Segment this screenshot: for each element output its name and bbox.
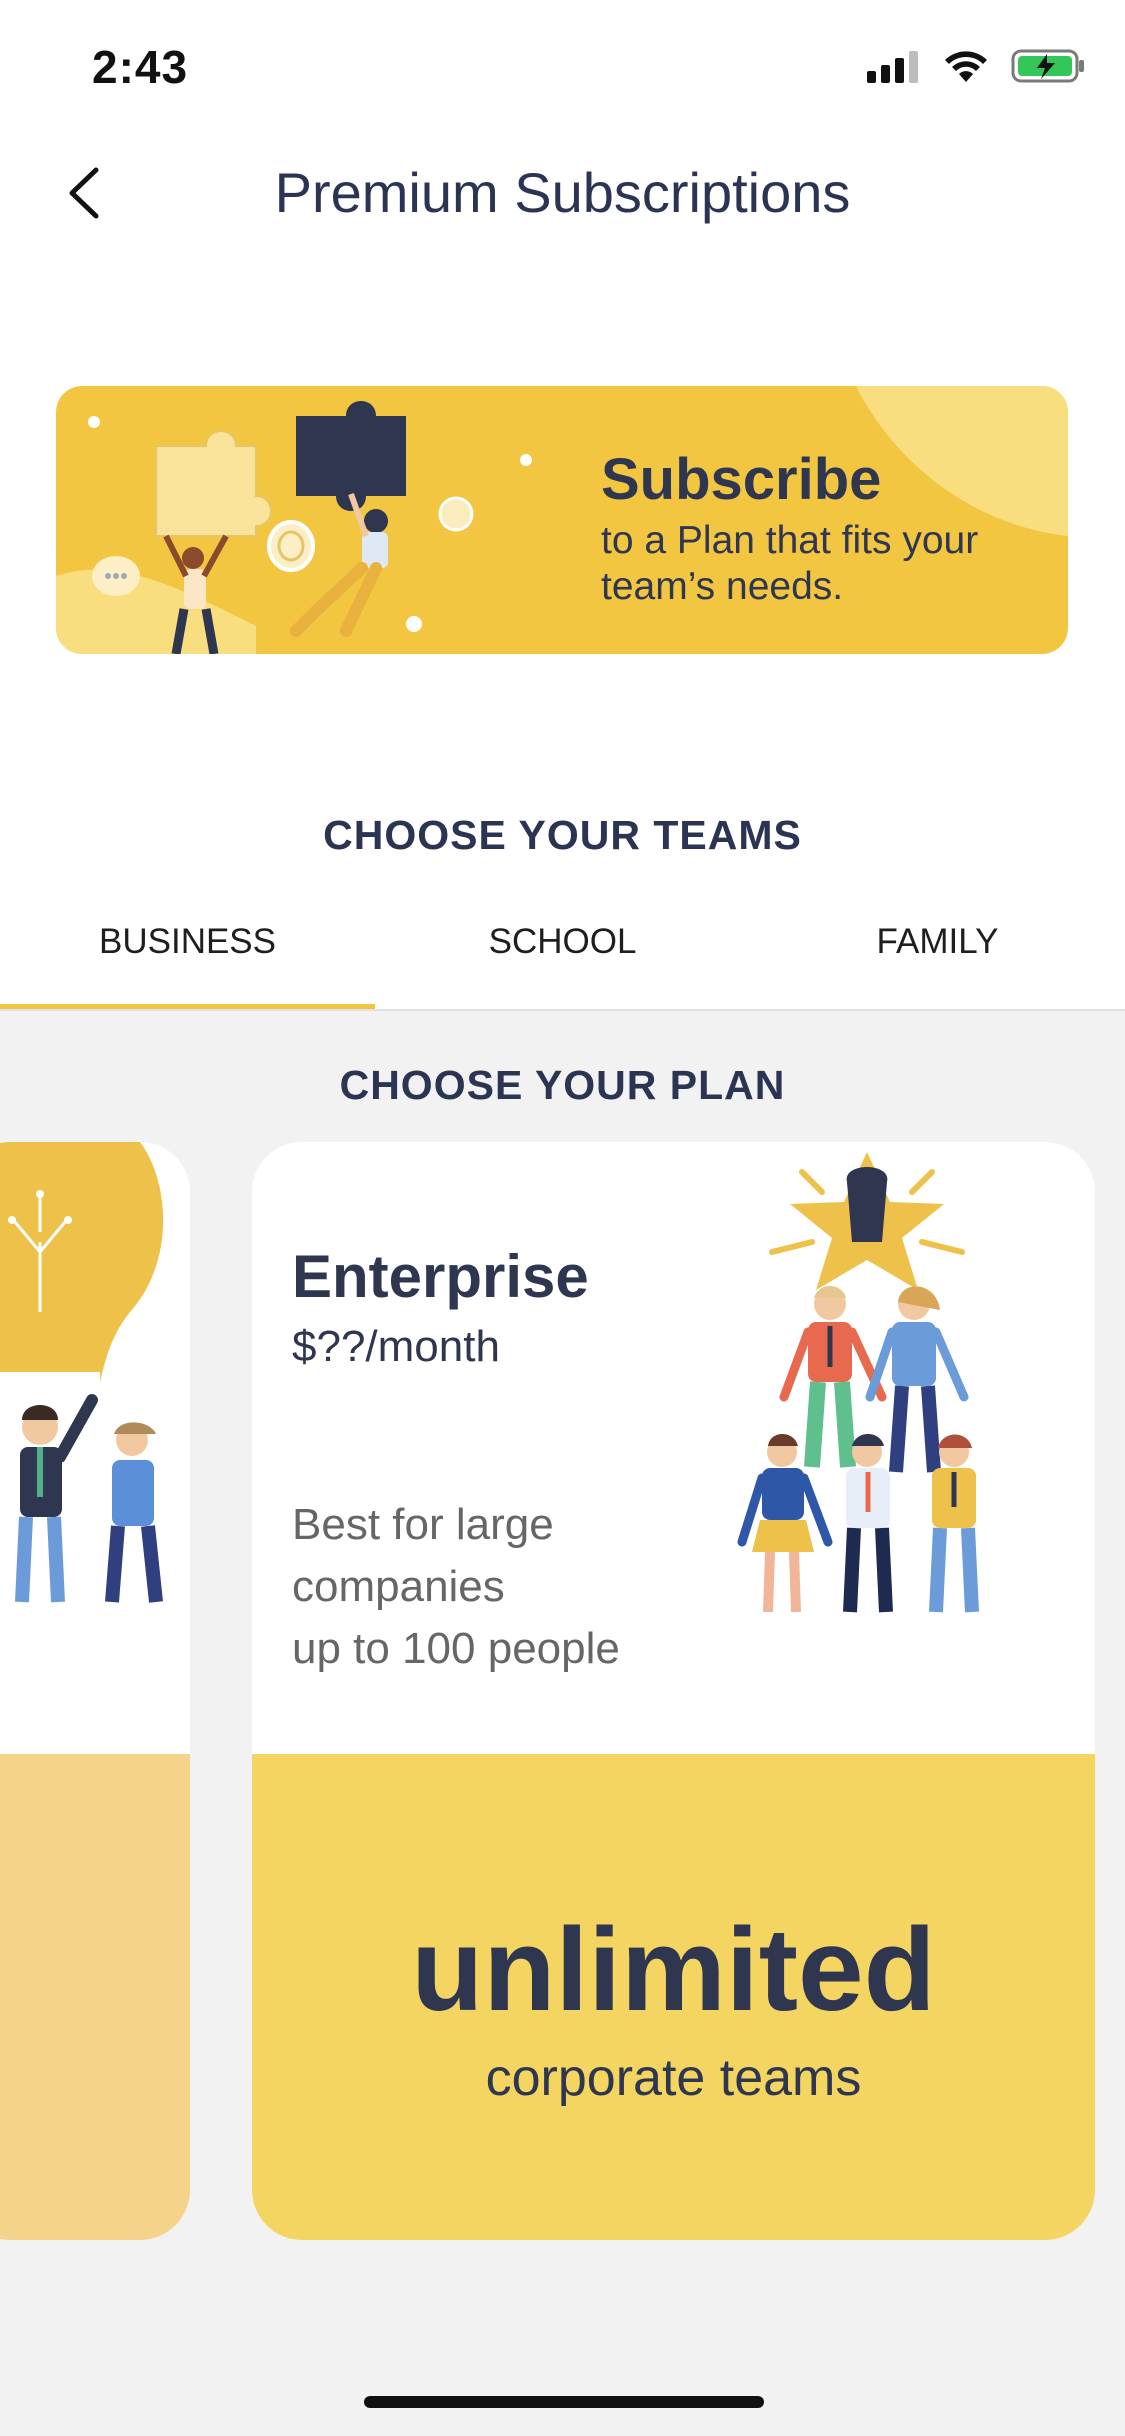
plan-description: Best for large companies up to 100 peopl… (292, 1494, 712, 1680)
lightbulb-illustration (0, 1142, 164, 1603)
home-indicator[interactable] (364, 2396, 764, 2408)
page-title: Premium Subscriptions (274, 161, 851, 224)
plan-name: Enterprise (292, 1243, 589, 1310)
plan-section-title: CHOOSE YOUR PLAN (339, 1062, 786, 1108)
tab-family[interactable]: FAMILY (750, 900, 1125, 1010)
plan-card-previous-footer (0, 1754, 190, 2240)
tab-business[interactable]: BUSINESS (0, 900, 375, 1010)
plan-description-line3: up to 100 people (292, 1624, 620, 1673)
team-tabs: BUSINESS SCHOOL FAMILY (0, 900, 1125, 1010)
plan-price: $??/month (292, 1322, 500, 1371)
subscribe-banner[interactable]: Subscribe to a Plan that fits your team’… (56, 386, 1068, 654)
status-icons (867, 48, 1085, 84)
signal-icon (867, 51, 918, 83)
banner-subtitle-line1: to a Plan that fits your (601, 519, 979, 562)
battery-icon (1011, 49, 1084, 83)
banner-subtitle: to a Plan that fits your team’s needs. (601, 518, 978, 610)
plan-description-line2: companies (292, 1562, 505, 1611)
plan-highlight-subtitle: corporate teams (485, 2049, 862, 2107)
plan-card-enterprise[interactable]: Enterprise $??/month Best for large comp… (252, 1142, 1095, 2240)
wifi-icon (945, 51, 987, 82)
team-pyramid-illustration (737, 1152, 979, 1613)
status-time: 2:43 (92, 41, 189, 93)
teams-section-title: CHOOSE YOUR TEAMS (323, 812, 802, 858)
banner-title: Subscribe (601, 447, 882, 512)
banner-subtitle-line2: team’s needs. (601, 565, 844, 608)
plan-card-previous[interactable] (0, 1142, 190, 2240)
plan-highlight: unlimited (411, 1904, 936, 2036)
tab-school[interactable]: SCHOOL (375, 900, 750, 1010)
plan-description-line1: Best for large (292, 1500, 554, 1549)
